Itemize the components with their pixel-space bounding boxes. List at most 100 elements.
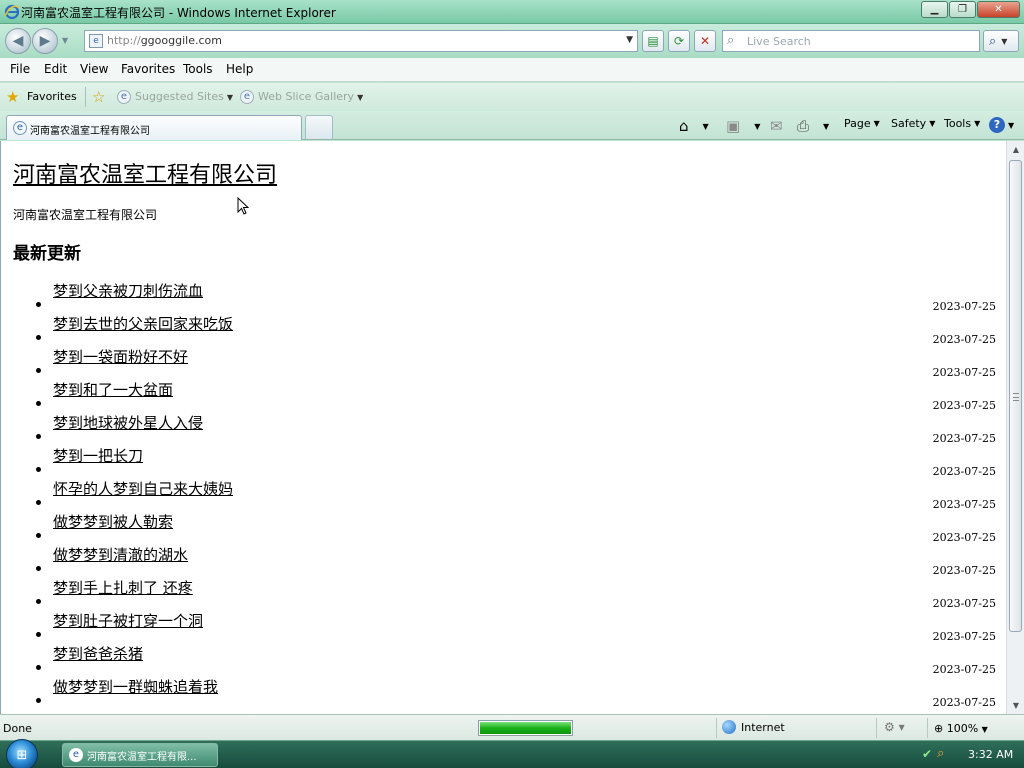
article-link[interactable]: 梦到去世的父亲回家来吃饭 [53, 313, 233, 334]
article-link[interactable]: 梦到和了一大盆面 [53, 379, 173, 400]
search-options-dropdown-icon[interactable]: ▼ [1001, 37, 1007, 46]
bullet [36, 335, 41, 340]
forward-arrow-icon: ▶ [39, 33, 51, 49]
bullet [36, 434, 41, 439]
back-button[interactable]: ◀ [5, 28, 31, 54]
article-link[interactable]: 做梦梦到一群蜘蛛追着我 [53, 676, 218, 697]
tools-menu[interactable]: Tools ▼ [944, 117, 980, 130]
security-zone[interactable]: Internet [722, 720, 785, 734]
address-dropdown-icon[interactable]: ▼ [626, 35, 633, 45]
mouse-cursor-icon [237, 197, 249, 215]
forward-button[interactable]: ▶ [32, 28, 58, 54]
favorites-star-icon[interactable]: ★ [6, 88, 19, 106]
menu-file[interactable]: File [10, 62, 30, 76]
stop-button[interactable]: ✕ [694, 30, 716, 52]
recent-pages-dropdown[interactable]: ▼ [62, 36, 68, 45]
bullet [36, 533, 41, 538]
page-load-progress [478, 720, 573, 736]
address-bar[interactable]: e http://ggooggile.com ▼ [84, 30, 638, 52]
scroll-grip-icon [1013, 393, 1019, 401]
address-url[interactable]: http://ggooggile.com [107, 34, 222, 47]
list-item: 做梦梦到清澈的湖水 2023-07-25 [1, 542, 1006, 577]
vertical-scrollbar[interactable]: ▲ ▼ [1006, 141, 1024, 714]
web-slice-gallery-link[interactable]: e Web Slice Gallery ▼ [240, 90, 363, 104]
article-link[interactable]: 做梦梦到清澈的湖水 [53, 544, 188, 565]
tools-menu-label: Tools [944, 117, 972, 130]
clock[interactable]: 3:32 AM [968, 748, 1013, 761]
scroll-down-arrow-icon[interactable]: ▼ [1007, 697, 1024, 714]
article-link[interactable]: 梦到手上扎刺了 还疼 [53, 577, 193, 598]
safety-menu[interactable]: Safety ▼ [891, 117, 935, 130]
menu-help[interactable]: Help [226, 62, 253, 76]
tab-active[interactable]: e 河南富农温室工程有限公司 [6, 115, 302, 140]
status-divider [876, 718, 877, 738]
scrollbar-thumb[interactable] [1009, 160, 1022, 632]
menu-tools[interactable]: Tools [183, 62, 213, 76]
menu-view[interactable]: View [80, 62, 108, 76]
page-content: 河南富农温室工程有限公司 河南富农温室工程有限公司 最新更新 梦到父亲被刀刺伤流… [0, 141, 1006, 714]
article-link[interactable]: 梦到肚子被打穿一个洞 [53, 610, 203, 631]
windows-logo-icon: ⊞ [16, 747, 28, 763]
taskbar-window-button[interactable]: e 河南富农温室工程有限... [62, 743, 218, 767]
protected-mode-icon[interactable]: ⚙ ▾ [884, 720, 905, 734]
bullet [36, 665, 41, 670]
list-item: 梦到一把长刀 2023-07-25 [1, 443, 1006, 478]
ie-page-icon: e [13, 121, 27, 135]
search-input[interactable]: ⌕ Live Search [722, 30, 980, 52]
chevron-down-icon[interactable]: ▼ [823, 122, 829, 131]
article-link[interactable]: 梦到一把长刀 [53, 445, 143, 466]
chevron-down-icon: ▼ [357, 93, 364, 102]
status-divider [716, 718, 717, 738]
volume-icon[interactable]: ⌕ [937, 746, 944, 761]
favorites-button[interactable]: Favorites [27, 90, 77, 103]
close-button[interactable]: ✕ [977, 1, 1020, 18]
article-link[interactable]: 怀孕的人梦到自己来大姨妈 [53, 478, 233, 499]
bullet [36, 698, 41, 703]
minimize-button[interactable]: ▁ [921, 1, 948, 18]
add-to-favorites-icon[interactable]: ☆ [92, 88, 105, 106]
home-button[interactable]: ⌂ ▼ [679, 117, 709, 135]
menu-edit[interactable]: Edit [44, 62, 67, 76]
bullet [36, 368, 41, 373]
read-mail-button[interactable]: ✉ [770, 117, 783, 135]
print-button[interactable]: ⎙ ▼ [797, 117, 829, 135]
feeds-button[interactable]: ▣ ▼ [726, 117, 760, 135]
article-link[interactable]: 梦到父亲被刀刺伤流血 [53, 280, 203, 301]
favorites-separator [85, 87, 86, 107]
menu-favorites[interactable]: Favorites [121, 62, 175, 76]
zoom-icon: ⊕ [934, 722, 947, 735]
suggested-sites-link[interactable]: e Suggested Sites ▼ [117, 90, 233, 104]
article-link[interactable]: 做梦梦到被人勒索 [53, 511, 173, 532]
section-heading: 最新更新 [13, 244, 81, 264]
start-button[interactable]: ⊞ [6, 739, 38, 768]
chevron-down-icon[interactable]: ▼ [1008, 121, 1014, 130]
compatibility-view-button[interactable]: ▤ [642, 30, 664, 52]
article-link[interactable]: 梦到爸爸杀猪 [53, 643, 143, 664]
address-toolbar: ◀ ▶ ▼ e http://ggooggile.com ▼ ▤ ⟳ ✕ ⌕ L… [0, 24, 1024, 58]
article-link[interactable]: 梦到一袋面粉好不好 [53, 346, 188, 367]
bullet [36, 401, 41, 406]
search-button[interactable]: ⌕ ▼ [983, 30, 1019, 52]
article-link[interactable]: 梦到地球被外星人入侵 [53, 412, 203, 433]
refresh-button[interactable]: ⟳ [668, 30, 690, 52]
page-menu[interactable]: Page ▼ [844, 117, 880, 130]
url-host: ggooggile.com [140, 34, 222, 47]
favorites-bar: ★ Favorites ☆ e Suggested Sites ▼ e Web Sli… [0, 83, 1024, 111]
zoom-control[interactable]: ⊕ 100% ▼ [934, 722, 988, 735]
maximize-button[interactable]: ❐ [949, 1, 976, 18]
stop-icon: ✕ [699, 34, 711, 48]
list-item: 梦到去世的父亲回家来吃饭 2023-07-25 [1, 311, 1006, 346]
chevron-down-icon[interactable]: ▼ [703, 122, 709, 131]
window-title: 河南富农温室工程有限公司 - Windows Internet Explorer [21, 6, 336, 20]
bullet [36, 467, 41, 472]
printer-icon: ⎙ [797, 117, 810, 135]
help-button[interactable]: ? ▼ [989, 117, 1014, 133]
ie-logo-icon [4, 4, 20, 20]
new-tab-button[interactable] [305, 115, 333, 139]
chevron-down-icon[interactable]: ▼ [754, 122, 760, 131]
chevron-down-icon: ▼ [873, 119, 880, 128]
network-icon[interactable]: ✔ [922, 747, 932, 761]
refresh-icon: ⟳ [673, 34, 685, 48]
scroll-up-arrow-icon[interactable]: ▲ [1007, 141, 1024, 158]
site-title-link[interactable]: 河南富农温室工程有限公司 [13, 157, 277, 189]
